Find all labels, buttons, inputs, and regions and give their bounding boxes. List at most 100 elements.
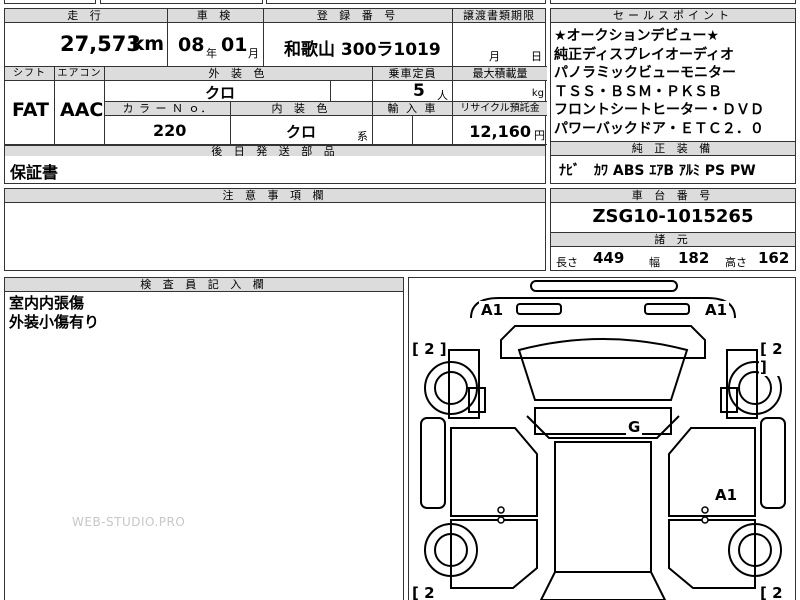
- recycle-value: 12,160: [469, 122, 531, 141]
- front-right-wheel-inner: [738, 371, 772, 405]
- inspector-lines: 室内内張傷 外装小傷有り: [9, 294, 99, 332]
- top-bar: [530, 280, 678, 292]
- vehicle-info-grid: 走 行 車 検 登 録 番 号 譲渡書類期限 27,573 km 08 年 01…: [4, 8, 547, 158]
- inspector-box: 検 査 員 記 入 欄 室内内張傷 外装小傷有り: [4, 277, 404, 600]
- color-no-header: カ ラ ー Ｎ ｏ．: [105, 102, 231, 116]
- inspector-header: 検 査 員 記 入 欄: [5, 278, 403, 292]
- front-left-wheel-inner: [434, 371, 468, 405]
- dimensions-row: 長さ 449 幅 182 高さ 162: [551, 247, 795, 271]
- exterior-color-cell: クロ: [105, 81, 331, 102]
- sales-points-header: セールスポイント: [551, 9, 795, 23]
- aircon-value: AAC: [60, 99, 104, 121]
- top-strip-right: [266, 0, 546, 4]
- mark-front-right: A1: [703, 301, 730, 319]
- sales-points-box: セールスポイント ★オークションデビュー★ 純正ディスプレイオーディオ パノラミ…: [550, 8, 796, 142]
- notes-header: 注 意 事 項 欄: [5, 189, 545, 203]
- height-value: 162: [758, 249, 790, 267]
- registration-cell: 和歌山 300ラ1019: [264, 23, 453, 67]
- length-value: 449: [593, 249, 625, 267]
- front-left-door: [450, 427, 538, 517]
- max-load-header: 最大積載量: [453, 67, 547, 81]
- shift-header: シフト: [5, 67, 55, 81]
- top-strip-far: [550, 0, 796, 4]
- mark-front-left: A1: [479, 301, 506, 319]
- roof: [534, 407, 672, 435]
- recycle-cell: 12,160 円: [453, 116, 547, 145]
- windshield: [517, 338, 689, 401]
- factory-equipment-box: 純 正 装 備 ﾅﾋﾞ ｶﾜ ABS ｴｱB ｱﾙﾐ PS PW: [550, 141, 796, 184]
- height-label: 高さ: [725, 256, 747, 269]
- mileage-value: 27,573: [59, 32, 141, 56]
- handle-fl: [497, 506, 505, 514]
- rear-left-door: [450, 519, 538, 589]
- chassis-value: ZSG10-1015265: [592, 206, 754, 227]
- watermark: WEB-STUDIO.PRO: [72, 515, 186, 529]
- capacity-unit: 人: [437, 89, 448, 102]
- length-label: 長さ: [556, 256, 578, 269]
- left-fender: [448, 349, 480, 419]
- tire-mark-rl: [ 2: [411, 584, 436, 600]
- hood: [500, 325, 706, 359]
- top-strip-mid: [100, 0, 263, 4]
- inspection-month-unit: 月: [248, 47, 259, 60]
- exterior-color-value: クロ: [205, 84, 236, 102]
- color-no-cell: 220: [105, 116, 231, 145]
- inspector-line: 室内内張傷: [9, 294, 85, 312]
- handle-rr: [701, 516, 709, 524]
- interior-color-suffix: 系: [357, 130, 368, 143]
- inspection-month: 01: [221, 34, 248, 56]
- rear-hatch: [539, 571, 667, 600]
- exterior-color-extra: [331, 81, 373, 102]
- handle-rl: [497, 516, 505, 524]
- sales-point-line: パワーバックドア・ＥＴＣ２．０: [554, 120, 764, 137]
- tire-mark-fr: [ 2 ]: [759, 340, 795, 376]
- aircon-header: エアコン: [55, 67, 105, 81]
- transfer-header: 譲渡書類期限: [453, 9, 545, 23]
- registration-header: 登 録 番 号: [264, 9, 453, 23]
- right-skirt: [760, 417, 786, 509]
- car-diagram-box: A1 A1 G A1 [ 2 ] [ 2 ] [ 2 [ 2 ]: [408, 277, 796, 600]
- interior-color-cell: クロ 系: [231, 116, 373, 145]
- sales-point-line: ★オークションデビュー★: [554, 28, 720, 44]
- left-skirt: [420, 417, 446, 509]
- top-strip-left: [4, 0, 96, 4]
- capacity-header: 乗車定員: [373, 67, 453, 81]
- front-light-left: [516, 303, 562, 315]
- front-light-right: [644, 303, 690, 315]
- import-cell-b: [413, 116, 453, 145]
- mileage-unit: km: [131, 33, 164, 55]
- front-bumper: [470, 297, 736, 319]
- recycle-unit: 円: [534, 129, 545, 142]
- rear-right-door: [668, 519, 756, 589]
- interior-color-value: クロ: [286, 123, 317, 141]
- capacity-cell: 5 人: [373, 81, 453, 102]
- exterior-color-header: 外 装 色: [105, 67, 373, 81]
- max-load-cell: kg: [453, 81, 547, 102]
- sales-point-line: フロントシートヒーター・ＤＶＤ: [554, 102, 764, 118]
- sales-point-line: 純正ディスプレイオーディオ: [554, 46, 735, 63]
- tire-mark-fl: [ 2 ]: [411, 340, 448, 358]
- sales-point-line: パノラミックビューモニター: [554, 65, 736, 81]
- mileage-cell: 27,573 km: [5, 23, 168, 67]
- cabin: [554, 441, 652, 573]
- recycle-header: リサイクル預託金: [453, 102, 547, 116]
- width-value: 182: [678, 249, 710, 267]
- handle-fr: [701, 506, 709, 514]
- sales-points-list: ★オークションデビュー★ 純正ディスプレイオーディオ パノラミックビューモニター…: [554, 27, 764, 138]
- deferred-parts-box: 保証書: [4, 156, 546, 184]
- capacity-value: 5: [413, 81, 425, 101]
- transfer-cell: 月 日: [453, 23, 547, 67]
- import-header: 輸 入 車: [373, 102, 453, 116]
- import-cell-a: [373, 116, 413, 145]
- right-fender: [726, 349, 758, 419]
- shift-cell: FAT: [5, 81, 55, 145]
- car-diagram: [420, 280, 786, 600]
- mileage-header: 走 行: [5, 9, 168, 23]
- deferred-value: 保証書: [10, 163, 59, 182]
- tire-mark-rr: [ 2 ]: [759, 584, 795, 600]
- inspection-cell: 08 年 01 月: [168, 23, 264, 67]
- shift-value: FAT: [12, 99, 49, 121]
- inspection-header: 車 検: [168, 9, 264, 23]
- chassis-header: 車 台 番 号: [551, 189, 795, 203]
- aircon-cell: AAC: [55, 81, 105, 145]
